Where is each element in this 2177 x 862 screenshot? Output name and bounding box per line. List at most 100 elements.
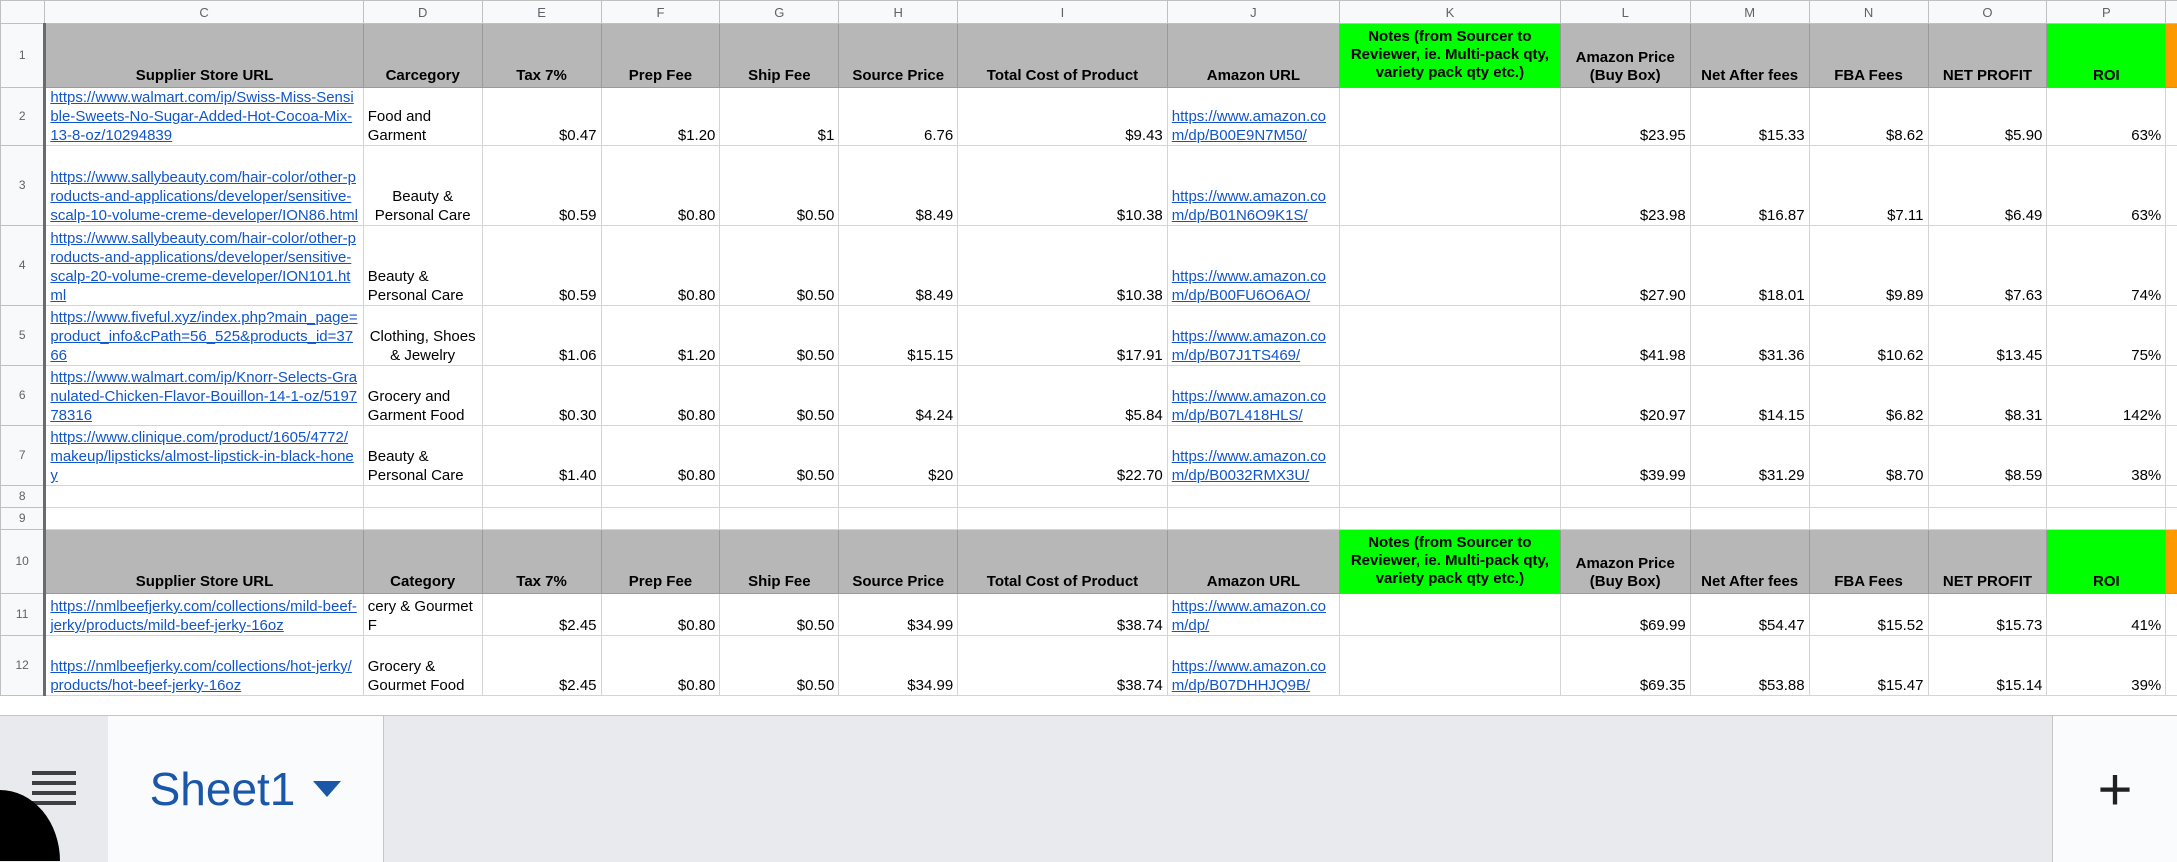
supplier-url-cell[interactable]: https://www.fiveful.xyz/index.php?main_p…: [45, 306, 363, 366]
header-category[interactable]: Carcegory: [363, 24, 482, 88]
row-number[interactable]: 10: [1, 530, 45, 594]
empty-cell[interactable]: [2166, 146, 2177, 226]
notes-cell[interactable]: [1340, 306, 1561, 366]
net-after-fees-cell[interactable]: $54.47: [1690, 594, 1809, 636]
amazon-price-cell[interactable]: $39.99: [1560, 426, 1690, 486]
amazon-url-link[interactable]: https://www.amazon.com/dp/B07J1TS469/: [1172, 328, 1326, 364]
header-total-cost[interactable]: Total Cost of Product: [958, 24, 1168, 88]
category-cell[interactable]: Grocery and Garment Food: [363, 366, 482, 426]
ship-fee-cell[interactable]: $0.50: [720, 226, 839, 306]
amazon-url-link[interactable]: https://www.amazon.com/dp/B01N6O9K1S/: [1172, 188, 1326, 224]
header-fba-fees[interactable]: FBA Fees: [1809, 24, 1928, 88]
net-profit-cell[interactable]: $5.90: [1928, 88, 2047, 146]
amazon-price-cell[interactable]: $20.97: [1560, 366, 1690, 426]
empty-cell[interactable]: [2166, 226, 2177, 306]
net-profit-cell[interactable]: $8.59: [1928, 426, 2047, 486]
category-cell[interactable]: Food and Garment: [363, 88, 482, 146]
amazon-url-cell[interactable]: https://www.amazon.com/dp/B00E9N7M50/: [1167, 88, 1339, 146]
supplier-url-cell[interactable]: https://www.clinique.com/product/1605/47…: [45, 426, 363, 486]
roi-cell[interactable]: 75%: [2047, 306, 2166, 366]
empty-cell[interactable]: [363, 486, 482, 508]
column-header[interactable]: E: [482, 1, 601, 24]
column-header[interactable]: D: [363, 1, 482, 24]
column-header[interactable]: H: [839, 1, 958, 24]
empty-cell[interactable]: [601, 508, 720, 530]
category-cell[interactable]: Beauty & Personal Care: [363, 426, 482, 486]
row-number[interactable]: 9: [1, 508, 45, 530]
header-source-price[interactable]: Source Price: [839, 530, 958, 594]
fba-fees-cell[interactable]: $6.82: [1809, 366, 1928, 426]
net-after-fees-cell[interactable]: $31.29: [1690, 426, 1809, 486]
empty-cell[interactable]: [2166, 636, 2177, 696]
roi-cell[interactable]: 142%: [2047, 366, 2166, 426]
empty-cell[interactable]: [1928, 508, 2047, 530]
fba-fees-cell[interactable]: $8.62: [1809, 88, 1928, 146]
column-header[interactable]: I: [958, 1, 1168, 24]
header-roi[interactable]: ROI: [2047, 24, 2166, 88]
amazon-url-cell[interactable]: https://www.amazon.com/dp/B07DHHJQ9B/: [1167, 636, 1339, 696]
total-cost-cell[interactable]: $17.91: [958, 306, 1168, 366]
amazon-url-link[interactable]: https://www.amazon.com/dp/B00E9N7M50/: [1172, 108, 1326, 144]
notes-cell[interactable]: [1340, 636, 1561, 696]
header-ship-fee[interactable]: Ship Fee: [720, 24, 839, 88]
ship-fee-cell[interactable]: $0.50: [720, 306, 839, 366]
roi-cell[interactable]: 41%: [2047, 594, 2166, 636]
column-header[interactable]: [2166, 1, 2177, 24]
source-price-cell[interactable]: $15.15: [839, 306, 958, 366]
header-notes[interactable]: Notes (from Sourcer to Reviewer, ie. Mul…: [1340, 24, 1561, 88]
empty-cell[interactable]: [2047, 486, 2166, 508]
amazon-url-link[interactable]: https://www.amazon.com/dp/B0032RMX3U/: [1172, 448, 1326, 484]
net-after-fees-cell[interactable]: $18.01: [1690, 226, 1809, 306]
amazon-url-link[interactable]: https://www.amazon.com/dp/: [1172, 598, 1326, 634]
header-net-after-fees[interactable]: Net After fees: [1690, 530, 1809, 594]
roi-cell[interactable]: 39%: [2047, 636, 2166, 696]
supplier-url-link[interactable]: https://www.sallybeauty.com/hair-color/o…: [50, 230, 356, 304]
tax-cell[interactable]: $0.47: [482, 88, 601, 146]
supplier-url-link[interactable]: https://www.walmart.com/ip/Swiss-Miss-Se…: [50, 89, 353, 144]
fba-fees-cell[interactable]: $9.89: [1809, 226, 1928, 306]
empty-cell[interactable]: [1690, 508, 1809, 530]
roi-cell[interactable]: 38%: [2047, 426, 2166, 486]
empty-cell[interactable]: [1928, 486, 2047, 508]
notes-cell[interactable]: [1340, 88, 1561, 146]
empty-cell[interactable]: [1340, 508, 1561, 530]
empty-cell[interactable]: [1560, 486, 1690, 508]
header-net-after-fees[interactable]: Net After fees: [1690, 24, 1809, 88]
tax-cell[interactable]: $2.45: [482, 594, 601, 636]
row-number[interactable]: 4: [1, 226, 45, 306]
header-total-cost[interactable]: Total Cost of Product: [958, 530, 1168, 594]
notes-cell[interactable]: [1340, 146, 1561, 226]
column-header[interactable]: G: [720, 1, 839, 24]
header-net-profit[interactable]: NET PROFIT: [1928, 24, 2047, 88]
source-price-cell[interactable]: $8.49: [839, 226, 958, 306]
column-header[interactable]: O: [1928, 1, 2047, 24]
tax-cell[interactable]: $1.40: [482, 426, 601, 486]
empty-cell[interactable]: [1809, 486, 1928, 508]
select-all-corner[interactable]: [1, 1, 45, 24]
empty-cell[interactable]: [1340, 486, 1561, 508]
empty-cell[interactable]: [45, 508, 363, 530]
row-number[interactable]: 8: [1, 486, 45, 508]
total-cost-cell[interactable]: $10.38: [958, 146, 1168, 226]
empty-cell[interactable]: [2166, 594, 2177, 636]
empty-cell[interactable]: [1167, 486, 1339, 508]
ship-fee-cell[interactable]: $0.50: [720, 636, 839, 696]
total-cost-cell[interactable]: $38.74: [958, 594, 1168, 636]
prep-fee-cell[interactable]: $0.80: [601, 426, 720, 486]
notes-cell[interactable]: [1340, 594, 1561, 636]
sheet-tab-sheet1[interactable]: Sheet1: [108, 716, 384, 862]
amazon-url-cell[interactable]: https://www.amazon.com/dp/B01N6O9K1S/: [1167, 146, 1339, 226]
notes-cell[interactable]: [1340, 366, 1561, 426]
roi-cell[interactable]: 63%: [2047, 146, 2166, 226]
supplier-url-link[interactable]: https://www.fiveful.xyz/index.php?main_p…: [50, 309, 357, 364]
notes-cell[interactable]: [1340, 226, 1561, 306]
net-after-fees-cell[interactable]: $15.33: [1690, 88, 1809, 146]
roi-cell[interactable]: 63%: [2047, 88, 2166, 146]
header-extra[interactable]: [2166, 24, 2177, 88]
header-amazon-url[interactable]: Amazon URL: [1167, 530, 1339, 594]
header-amazon-price[interactable]: Amazon Price (Buy Box): [1560, 530, 1690, 594]
header-supplier-url[interactable]: Supplier Store URL: [45, 24, 363, 88]
column-header[interactable]: L: [1560, 1, 1690, 24]
prep-fee-cell[interactable]: $0.80: [601, 146, 720, 226]
header-amazon-url[interactable]: Amazon URL: [1167, 24, 1339, 88]
